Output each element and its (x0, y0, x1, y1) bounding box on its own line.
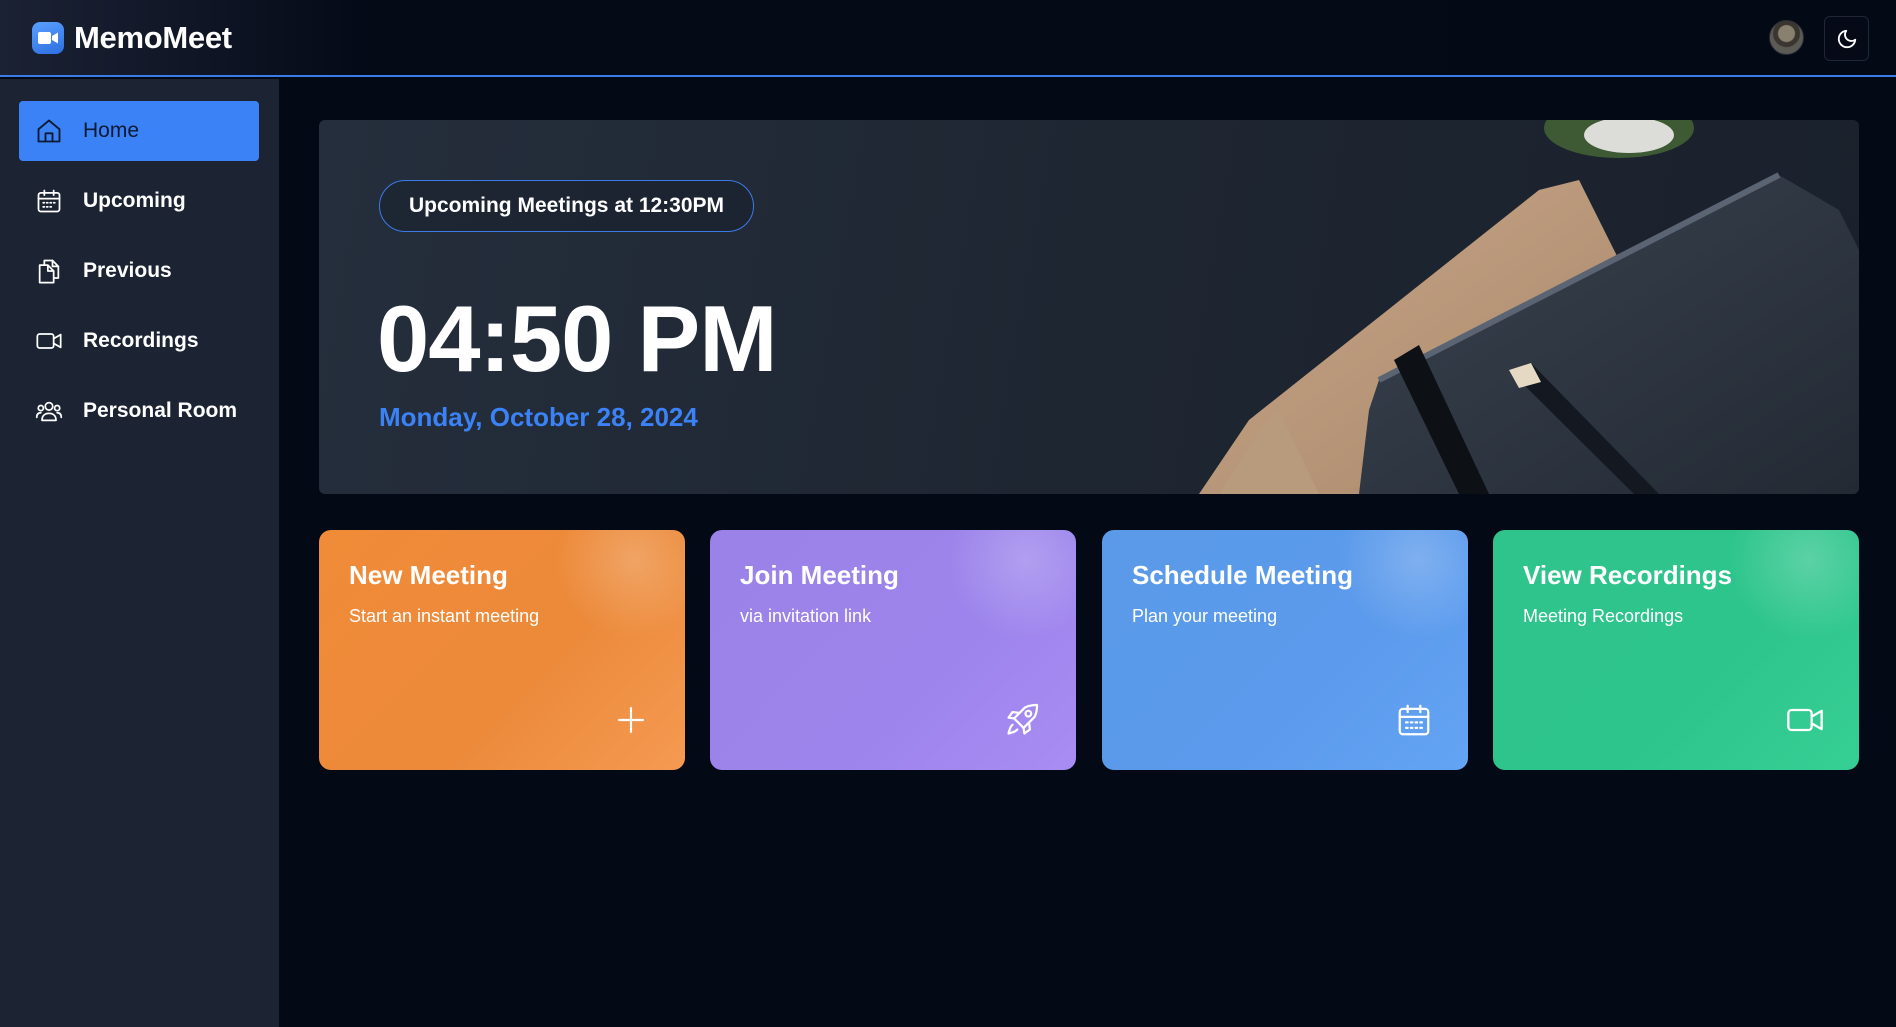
sidebar: Home Upcoming Previous Recordings Person… (0, 79, 279, 1027)
join-meeting-card[interactable]: Join Meeting via invitation link (710, 530, 1076, 770)
brand[interactable]: MemoMeet (32, 20, 232, 56)
app-name: MemoMeet (74, 20, 232, 55)
sidebar-item-label: Previous (83, 259, 172, 282)
sidebar-item-label: Home (83, 119, 140, 142)
sidebar-item-upcoming[interactable]: Upcoming (19, 171, 259, 231)
sidebar-item-home[interactable]: Home (19, 101, 259, 161)
top-bar: MemoMeet (0, 0, 1896, 77)
schedule-meeting-card[interactable]: Schedule Meeting Plan your meeting (1102, 530, 1468, 770)
sidebar-item-label: Upcoming (83, 189, 186, 212)
new-meeting-card[interactable]: New Meeting Start an instant meeting (319, 530, 685, 770)
card-title: Schedule Meeting (1132, 560, 1354, 590)
card-title: New Meeting (349, 560, 508, 590)
card-title: View Recordings (1523, 560, 1733, 590)
upcoming-meeting-badge: Upcoming Meetings at 12:30PM (379, 180, 754, 232)
card-subtitle: Start an instant meeting (349, 606, 540, 626)
calendar-icon (34, 187, 63, 216)
card-subtitle: Plan your meeting (1132, 606, 1278, 626)
user-avatar[interactable] (1769, 20, 1804, 55)
users-icon (34, 397, 63, 426)
card-subtitle: via invitation link (740, 606, 872, 626)
rocket-icon (1002, 700, 1042, 740)
sidebar-item-label: Recordings (83, 329, 199, 352)
plus-icon (611, 700, 651, 740)
sidebar-item-recordings[interactable]: Recordings (19, 311, 259, 371)
sidebar-item-previous[interactable]: Previous (19, 241, 259, 301)
hero-banner: Upcoming Meetings at 12:30PM 04:50 PM Mo… (319, 120, 1859, 494)
documents-icon (34, 257, 63, 286)
moon-icon (1837, 29, 1856, 48)
sidebar-item-label: Personal Room (83, 399, 238, 422)
card-subtitle: Meeting Recordings (1523, 606, 1684, 626)
video-camera-icon (32, 22, 64, 54)
current-date: Monday, October 28, 2024 (379, 402, 698, 432)
card-title: Join Meeting (740, 560, 899, 590)
sidebar-item-personal-room[interactable]: Personal Room (19, 381, 259, 441)
calendar-icon (1394, 700, 1434, 740)
video-icon (34, 327, 63, 356)
current-time: 04:50 PM (377, 286, 778, 391)
theme-toggle-button[interactable] (1824, 16, 1869, 61)
home-icon (34, 117, 63, 146)
view-recordings-card[interactable]: View Recordings Meeting Recordings (1493, 530, 1859, 770)
video-icon (1785, 700, 1825, 740)
